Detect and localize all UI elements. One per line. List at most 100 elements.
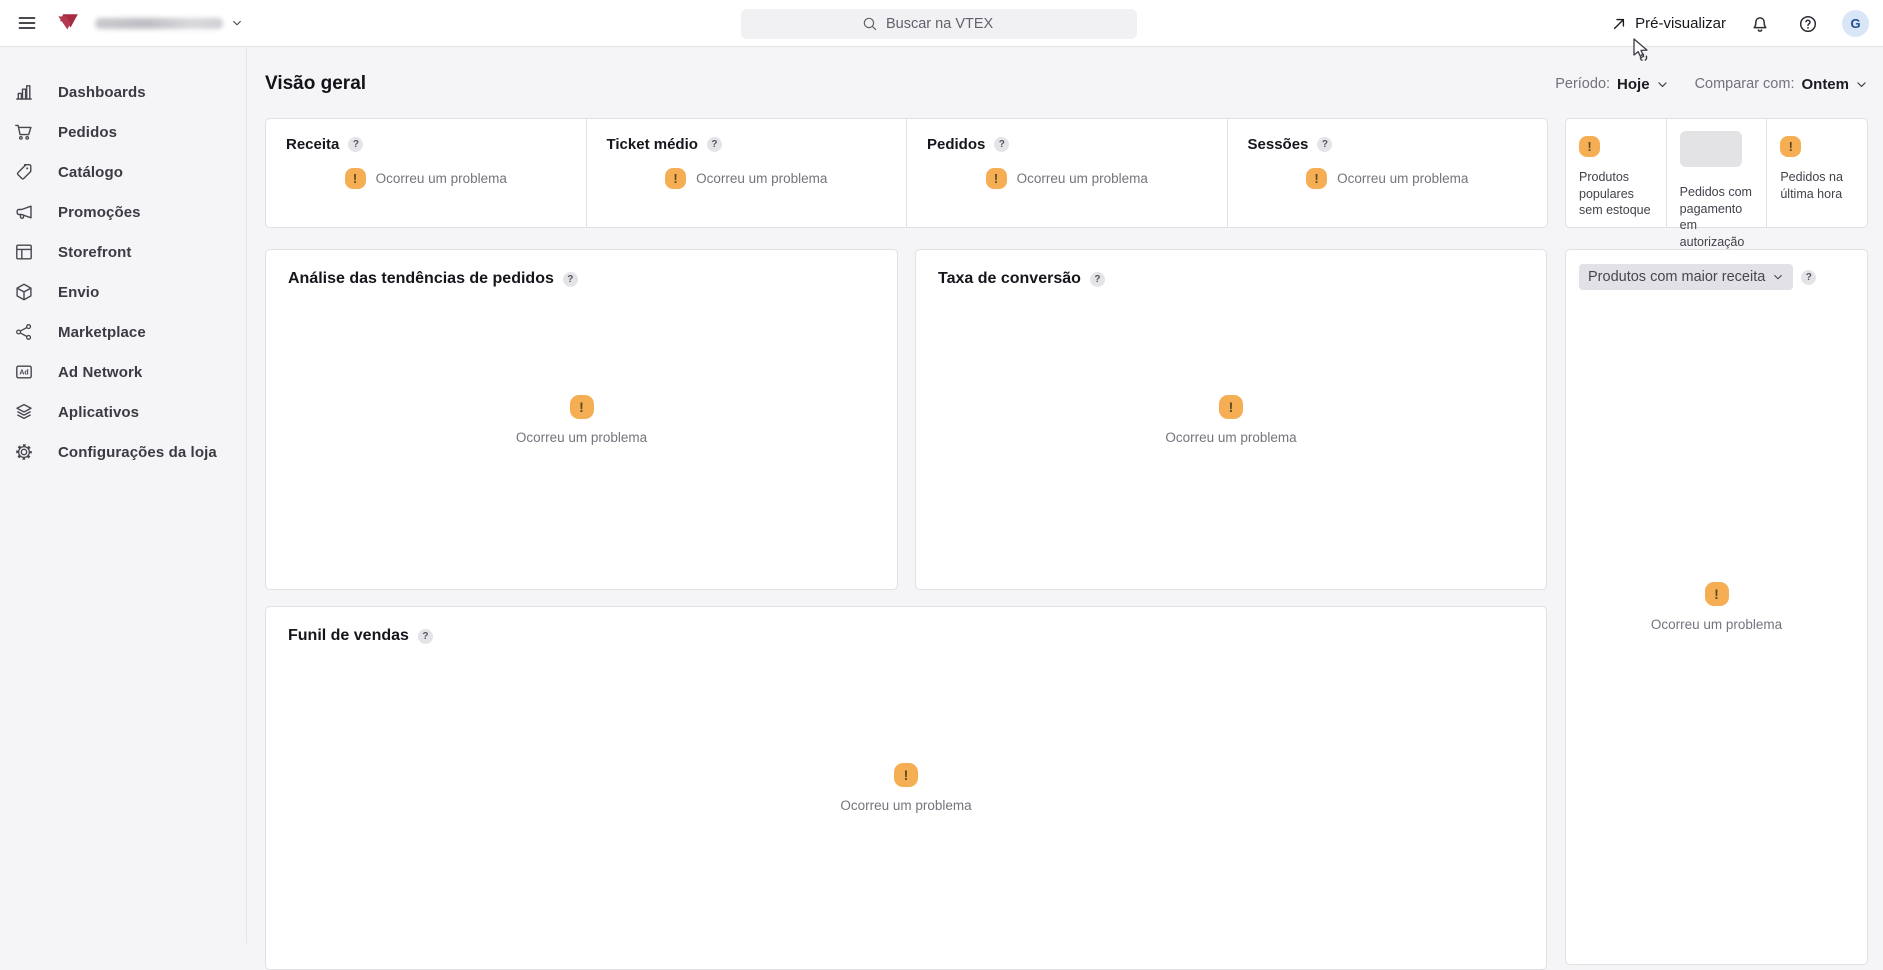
warning-icon bbox=[1306, 168, 1327, 189]
sidebar-item-label: Ad Network bbox=[58, 364, 142, 381]
chevron-down-icon bbox=[1656, 78, 1669, 91]
tag-icon bbox=[14, 162, 34, 182]
quick-stat-last-hour[interactable]: Pedidos na última hora bbox=[1766, 119, 1867, 227]
chevron-down-icon bbox=[1772, 271, 1784, 283]
help-icon[interactable] bbox=[707, 137, 722, 152]
compare-label: Comparar com: bbox=[1695, 76, 1795, 92]
kpi-sessoes: Sessões Ocorreu um problema bbox=[1227, 119, 1548, 227]
sidebar: Dashboards Pedidos Catálogo Promoções St… bbox=[0, 48, 247, 943]
period-select[interactable]: Hoje bbox=[1617, 76, 1669, 93]
search-input[interactable] bbox=[886, 16, 1016, 32]
page-header: Visão geral Período: Hoje Comparar com: … bbox=[265, 64, 1868, 104]
arrow-up-right-icon bbox=[1611, 16, 1627, 32]
help-icon[interactable] bbox=[348, 137, 363, 152]
global-search[interactable] bbox=[741, 9, 1137, 39]
sidebar-item-catalogo[interactable]: Catálogo bbox=[0, 152, 246, 192]
search-icon bbox=[862, 16, 878, 32]
sales-funnel-card: Funil de vendas Ocorreu um problema bbox=[265, 606, 1547, 970]
svg-text:Ad: Ad bbox=[19, 370, 28, 377]
question-circle-icon bbox=[1798, 14, 1818, 34]
sidebar-item-pedidos[interactable]: Pedidos bbox=[0, 112, 246, 152]
warning-icon bbox=[1780, 136, 1801, 157]
sidebar-item-label: Dashboards bbox=[58, 84, 146, 101]
megaphone-icon bbox=[14, 202, 34, 222]
loading-skeleton bbox=[1680, 131, 1742, 167]
quick-stat-out-of-stock[interactable]: Produtos populares sem estoque bbox=[1566, 119, 1666, 227]
account-switcher[interactable] bbox=[95, 17, 243, 29]
kpi-summary-card: Receita Ocorreu um problema Ticket médio… bbox=[265, 118, 1548, 228]
error-message: Ocorreu um problema bbox=[1165, 430, 1296, 445]
help-icon[interactable] bbox=[994, 137, 1009, 152]
help-button[interactable] bbox=[1794, 10, 1822, 38]
chevron-down-icon bbox=[231, 17, 243, 29]
bell-icon bbox=[1750, 14, 1770, 34]
sidebar-item-storefront[interactable]: Storefront bbox=[0, 232, 246, 272]
card-title: Taxa de conversão bbox=[938, 270, 1081, 288]
kpi-title: Ticket médio bbox=[607, 136, 698, 153]
kpi-ticket-medio: Ticket médio Ocorreu um problema bbox=[586, 119, 907, 227]
error-message: Ocorreu um problema bbox=[840, 798, 971, 813]
preview-label: Pré-visualizar bbox=[1635, 15, 1726, 32]
warning-icon bbox=[665, 168, 686, 189]
sidebar-item-dashboards[interactable]: Dashboards bbox=[0, 72, 246, 112]
card-title: Análise das tendências de pedidos bbox=[288, 270, 554, 288]
chart-error-state: Ocorreu um problema bbox=[916, 395, 1546, 445]
user-avatar[interactable]: G bbox=[1842, 10, 1869, 37]
sidebar-item-label: Marketplace bbox=[58, 324, 146, 341]
sidebar-item-label: Aplicativos bbox=[58, 404, 139, 421]
chart-error-state: Ocorreu um problema bbox=[1566, 582, 1867, 632]
account-name-redacted bbox=[95, 18, 223, 29]
quick-stat-payment-auth[interactable]: Pedidos com pagamento em autorização bbox=[1666, 119, 1767, 227]
top-products-card: Produtos com maior receita Ocorreu um pr… bbox=[1565, 249, 1868, 965]
sidebar-item-label: Storefront bbox=[58, 244, 132, 261]
help-icon[interactable] bbox=[1317, 137, 1332, 152]
chart-error-state: Ocorreu um problema bbox=[266, 763, 1546, 813]
sidebar-item-promocoes[interactable]: Promoções bbox=[0, 192, 246, 232]
help-icon[interactable] bbox=[563, 272, 578, 287]
period-value: Hoje bbox=[1617, 76, 1650, 93]
help-icon[interactable] bbox=[1801, 270, 1816, 285]
period-label: Período: bbox=[1555, 76, 1610, 92]
hamburger-menu-button[interactable] bbox=[13, 9, 41, 37]
share-icon bbox=[14, 322, 34, 342]
kpi-receita: Receita Ocorreu um problema bbox=[266, 119, 586, 227]
hamburger-icon bbox=[17, 13, 37, 33]
warning-icon bbox=[894, 763, 918, 787]
compare-select[interactable]: Ontem bbox=[1801, 76, 1868, 93]
sidebar-item-label: Configurações da loja bbox=[58, 444, 217, 461]
kpi-title: Sessões bbox=[1248, 136, 1309, 153]
warning-icon bbox=[1705, 582, 1729, 606]
error-message: Ocorreu um problema bbox=[516, 430, 647, 445]
notifications-button[interactable] bbox=[1746, 10, 1774, 38]
sidebar-item-aplicativos[interactable]: Aplicativos bbox=[0, 392, 246, 432]
selected-metric: Produtos com maior receita bbox=[1588, 269, 1765, 285]
warning-icon bbox=[1579, 136, 1600, 157]
vtex-admin-overview: { "topbar": { "search_placeholder": "Bus… bbox=[0, 0, 1883, 943]
order-trends-card: Análise das tendências de pedidos Ocorre… bbox=[265, 249, 898, 590]
package-icon bbox=[14, 282, 34, 302]
warning-icon bbox=[345, 168, 366, 189]
warning-icon bbox=[1219, 395, 1243, 419]
top-products-metric-select[interactable]: Produtos com maior receita bbox=[1579, 264, 1793, 290]
error-message: Ocorreu um problema bbox=[1017, 171, 1148, 186]
page-title: Visão geral bbox=[265, 73, 366, 95]
sidebar-item-ad-network[interactable]: Ad Ad Network bbox=[0, 352, 246, 392]
conversion-rate-card: Taxa de conversão Ocorreu um problema bbox=[915, 249, 1547, 590]
help-icon[interactable] bbox=[418, 629, 433, 644]
sidebar-item-envio[interactable]: Envio bbox=[0, 272, 246, 312]
error-message: Ocorreu um problema bbox=[696, 171, 827, 186]
quick-stat-label: Pedidos na última hora bbox=[1780, 169, 1857, 202]
sidebar-item-marketplace[interactable]: Marketplace bbox=[0, 312, 246, 352]
preview-button[interactable]: Pré-visualizar bbox=[1611, 15, 1726, 32]
sidebar-item-label: Envio bbox=[58, 284, 99, 301]
vtex-logo-icon bbox=[55, 10, 81, 36]
chart-error-state: Ocorreu um problema bbox=[266, 395, 897, 445]
sidebar-item-configuracoes[interactable]: Configurações da loja bbox=[0, 432, 246, 472]
topbar: Pré-visualizar G bbox=[0, 0, 1883, 47]
avatar-initial: G bbox=[1850, 16, 1860, 31]
quick-stat-label: Produtos populares sem estoque bbox=[1579, 169, 1656, 219]
gear-icon bbox=[14, 442, 34, 462]
help-icon[interactable] bbox=[1090, 272, 1105, 287]
storefront-icon bbox=[14, 242, 34, 262]
chevron-down-icon bbox=[1855, 78, 1868, 91]
